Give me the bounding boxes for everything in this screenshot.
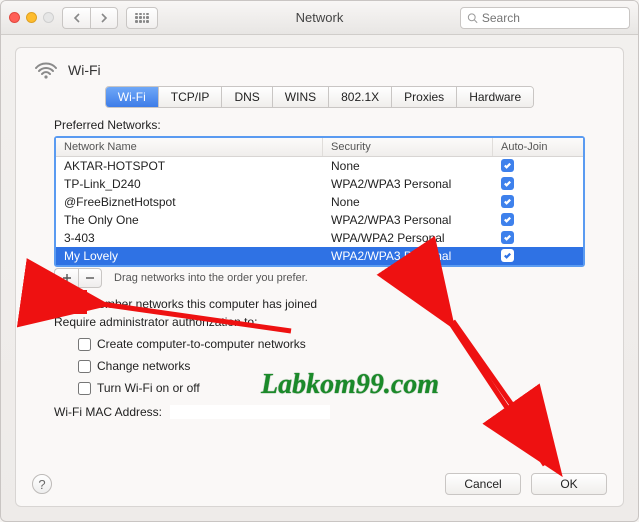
cell-autojoin[interactable] [493, 175, 583, 193]
back-button[interactable] [62, 7, 90, 29]
chevron-right-icon [100, 13, 108, 23]
dialog-footer: ? Cancel OK [16, 462, 623, 506]
tab-8021x[interactable]: 802.1X [329, 87, 392, 107]
network-advanced-window: Network Wi-Fi Wi-Fi TCP/IP DNS WINS 802.… [0, 0, 639, 522]
window-title: Network [296, 10, 344, 25]
nav-buttons [62, 7, 118, 29]
cell-security: WPA2/WPA3 Personal [323, 175, 493, 193]
table-body: AKTAR-HOTSPOT None TP-Link_D240 WPA2/WPA… [56, 157, 583, 265]
help-button[interactable]: ? [32, 474, 52, 494]
drag-hint: Drag networks into the order you prefer. [114, 272, 308, 284]
add-network-button[interactable] [54, 268, 78, 288]
grid-icon [135, 13, 149, 23]
interface-header: Wi-Fi [34, 60, 607, 80]
remember-networks-checkbox[interactable] [54, 298, 67, 311]
table-row[interactable]: AKTAR-HOTSPOT None [56, 157, 583, 175]
mac-address-value [170, 405, 330, 419]
col-security[interactable]: Security [323, 138, 493, 156]
table-row[interactable]: My Lovely WPA2/WPA3 Personal [56, 247, 583, 265]
cell-name: My Lovely [56, 247, 323, 265]
watermark: Labkom99.com [261, 369, 439, 401]
forward-button[interactable] [90, 7, 118, 29]
cell-autojoin[interactable] [493, 229, 583, 247]
cell-security: None [323, 157, 493, 175]
admin-create-adhoc-label: Create computer-to-computer networks [97, 337, 306, 351]
cell-security: WPA2/WPA3 Personal [323, 211, 493, 229]
cell-autojoin[interactable] [493, 157, 583, 175]
advanced-panel: Wi-Fi Wi-Fi TCP/IP DNS WINS 802.1X Proxi… [15, 47, 624, 507]
admin-change-networks-checkbox[interactable] [78, 360, 91, 373]
minus-icon [85, 273, 95, 283]
col-network-name[interactable]: Network Name [56, 138, 323, 156]
cell-name: @FreeBiznetHotspot [56, 193, 323, 211]
checkbox-checked-icon[interactable] [501, 195, 514, 208]
admin-toggle-wifi-label: Turn Wi-Fi on or off [97, 381, 200, 395]
table-row[interactable]: @FreeBiznetHotspot None [56, 193, 583, 211]
cell-name: AKTAR-HOTSPOT [56, 157, 323, 175]
chevron-left-icon [73, 13, 81, 23]
table-row[interactable]: The Only One WPA2/WPA3 Personal [56, 211, 583, 229]
wifi-icon [34, 60, 58, 80]
plus-icon [62, 273, 72, 283]
admin-change-networks-label: Change networks [97, 359, 190, 373]
table-row[interactable]: 3-403 WPA/WPA2 Personal [56, 229, 583, 247]
preferred-networks-table[interactable]: Network Name Security Auto-Join AKTAR-HO… [54, 136, 585, 267]
minimize-window-icon[interactable] [26, 12, 37, 23]
checkbox-checked-icon[interactable] [501, 249, 514, 262]
cell-name: 3-403 [56, 229, 323, 247]
admin-auth-label: Require administrator authorization to: [54, 315, 607, 329]
search-field[interactable] [460, 7, 630, 29]
remove-network-button[interactable] [78, 268, 102, 288]
preferred-networks-label: Preferred Networks: [54, 118, 607, 132]
traffic-lights [9, 12, 54, 23]
checkbox-checked-icon[interactable] [501, 231, 514, 244]
tab-wifi[interactable]: Wi-Fi [106, 87, 159, 107]
tabs: Wi-Fi TCP/IP DNS WINS 802.1X Proxies Har… [105, 86, 534, 108]
mac-address-row: Wi-Fi MAC Address: [54, 405, 607, 419]
show-all-button[interactable] [126, 7, 158, 29]
checkbox-checked-icon[interactable] [501, 159, 514, 172]
ok-button[interactable]: OK [531, 473, 607, 495]
cell-security: None [323, 193, 493, 211]
col-autojoin[interactable]: Auto-Join [493, 138, 583, 156]
admin-create-adhoc-checkbox[interactable] [78, 338, 91, 351]
admin-toggle-wifi-checkbox[interactable] [78, 382, 91, 395]
cancel-button[interactable]: Cancel [445, 473, 521, 495]
cell-autojoin[interactable] [493, 247, 583, 265]
cell-name: The Only One [56, 211, 323, 229]
tab-dns[interactable]: DNS [222, 87, 272, 107]
interface-name: Wi-Fi [68, 62, 101, 78]
tab-tcpip[interactable]: TCP/IP [159, 87, 223, 107]
remember-networks-label: Remember networks this computer has join… [73, 297, 317, 311]
titlebar: Network [1, 1, 638, 35]
search-input[interactable] [482, 11, 623, 25]
cell-security: WPA2/WPA3 Personal [323, 247, 493, 265]
tab-hardware[interactable]: Hardware [457, 87, 533, 107]
table-row[interactable]: TP-Link_D240 WPA2/WPA3 Personal [56, 175, 583, 193]
table-header: Network Name Security Auto-Join [56, 138, 583, 157]
cell-autojoin[interactable] [493, 193, 583, 211]
cell-autojoin[interactable] [493, 211, 583, 229]
checkbox-checked-icon[interactable] [501, 177, 514, 190]
admin-create-adhoc-option[interactable]: Create computer-to-computer networks [78, 337, 607, 351]
remember-networks-option[interactable]: Remember networks this computer has join… [54, 297, 607, 311]
cell-security: WPA/WPA2 Personal [323, 229, 493, 247]
cell-name: TP-Link_D240 [56, 175, 323, 193]
zoom-window-icon [43, 12, 54, 23]
mac-address-label: Wi-Fi MAC Address: [54, 405, 162, 419]
tab-wins[interactable]: WINS [273, 87, 329, 107]
add-remove-bar: Drag networks into the order you prefer. [54, 267, 585, 289]
search-icon [467, 12, 478, 24]
checkbox-checked-icon[interactable] [501, 213, 514, 226]
tab-proxies[interactable]: Proxies [392, 87, 457, 107]
close-window-icon[interactable] [9, 12, 20, 23]
